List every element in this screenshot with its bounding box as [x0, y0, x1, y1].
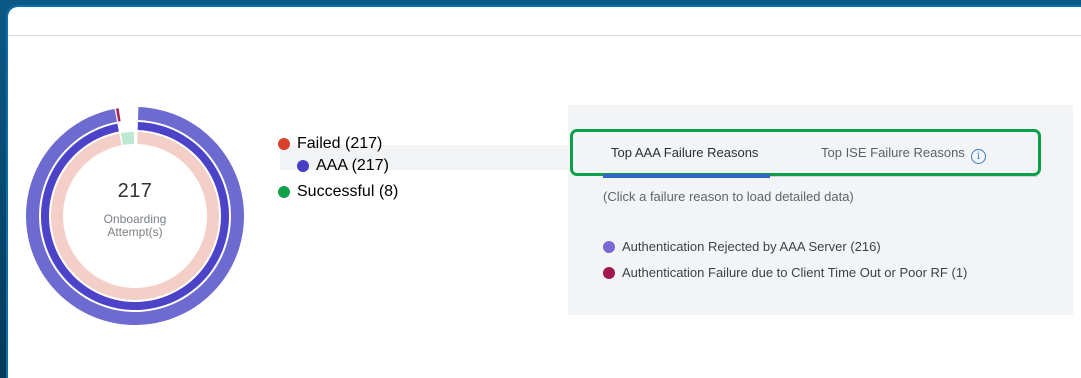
- reason-dot-icon: [603, 240, 615, 253]
- outer-ring-marker-segment[interactable]: [115, 108, 121, 122]
- onboarding-label: Onboarding Attempt(s): [26, 213, 244, 239]
- successful-dot-icon: [278, 186, 290, 198]
- legend-failed[interactable]: Failed (217): [278, 135, 382, 153]
- tab-top-aaa-label: Top AAA Failure Reasons: [611, 145, 759, 160]
- legend-successful-label: Successful (8): [297, 183, 399, 200]
- tab-top-ise-label: Top ISE Failure Reasons: [821, 145, 965, 160]
- reason-item[interactable]: Authentication Failure due to Client Tim…: [603, 265, 967, 280]
- legend-failed-label: Failed (217): [297, 135, 383, 152]
- reason-item[interactable]: Authentication Rejected by AAA Server (2…: [603, 239, 881, 254]
- top-divider: [8, 35, 1081, 36]
- legend-aaa[interactable]: AAA (217): [297, 157, 389, 175]
- reason-label: Authentication Failure due to Client Tim…: [622, 265, 968, 280]
- tab-top-aaa-failure-reasons[interactable]: Top AAA Failure Reasons: [611, 145, 758, 160]
- click-hint: (Click a failure reason to load detailed…: [603, 189, 854, 204]
- aaa-dot-icon: [297, 160, 309, 172]
- reason-dot-icon: [603, 266, 615, 279]
- reason-label: Authentication Rejected by AAA Server (2…: [622, 239, 881, 254]
- donut-center: 217 Onboarding Attempt(s): [26, 180, 244, 239]
- legend-successful[interactable]: Successful (8): [278, 183, 398, 201]
- legend-aaa-label: AAA (217): [316, 157, 389, 174]
- successful-segment[interactable]: [120, 132, 135, 146]
- failed-dot-icon: [278, 138, 290, 150]
- tab-top-ise-failure-reasons[interactable]: Top ISE Failure Reasons i: [821, 145, 986, 164]
- onboarding-count: 217: [117, 180, 153, 202]
- info-icon[interactable]: i: [970, 149, 986, 164]
- active-tab-underline: [603, 174, 770, 178]
- onboarding-label-line2: Attempt(s): [107, 225, 163, 239]
